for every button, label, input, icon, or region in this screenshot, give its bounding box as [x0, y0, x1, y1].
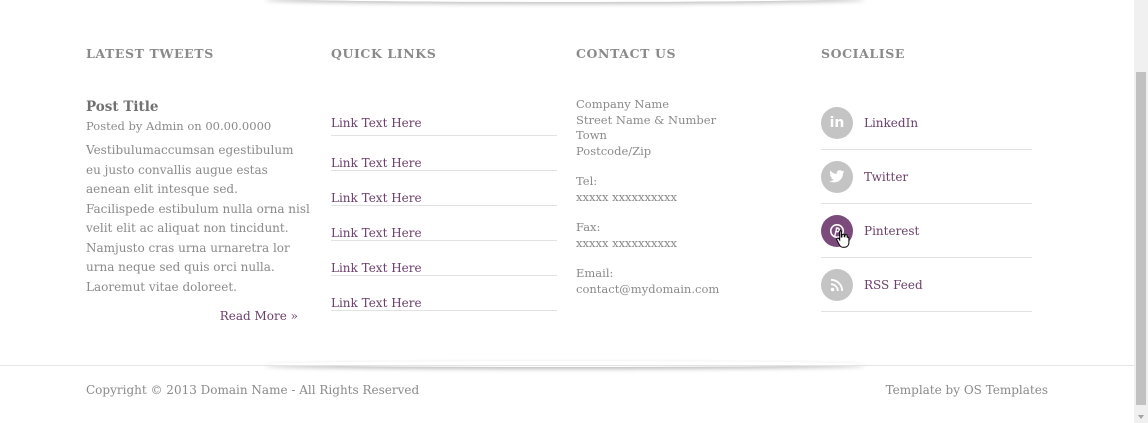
fax-value: xxxxx xxxxxxxxxx [576, 235, 677, 250]
quick-link-4[interactable]: Link Text Here [331, 226, 422, 240]
social-item-pinterest[interactable]: Pinterest [821, 204, 1032, 258]
latest-tweets-column: LATEST TWEETS Post Title Posted by Admin… [86, 46, 310, 323]
social-item-linkedin[interactable]: in LinkedIn [821, 96, 1032, 150]
street-name: Street Name & Number [576, 112, 717, 127]
quick-link-5[interactable]: Link Text Here [331, 261, 422, 275]
town: Town [576, 128, 607, 142]
social-list: in LinkedIn Twitter Pinterest RSS Feed [821, 96, 1032, 312]
quick-link-2[interactable]: Link Text Here [331, 156, 422, 170]
list-item: Link Text Here [331, 136, 557, 171]
list-item: Link Text Here [331, 276, 557, 311]
tel-value: xxxxx xxxxxxxxxx [576, 189, 677, 204]
social-item-twitter[interactable]: Twitter [821, 150, 1032, 204]
list-item: Link Text Here [331, 206, 557, 241]
quick-links-heading: QUICK LINKS [331, 46, 437, 61]
rss-icon[interactable] [821, 268, 853, 301]
fax-label: Fax: [576, 220, 601, 234]
contact-us-heading: CONTACT US [576, 46, 677, 61]
bottom-divider-shadow [265, 361, 865, 367]
template-credit-link[interactable]: Template by OS Templates [886, 383, 1048, 397]
linkedin-icon[interactable]: in [821, 106, 853, 139]
scrollbar-thumb[interactable] [1136, 72, 1146, 405]
footer-page: LATEST TWEETS Post Title Posted by Admin… [0, 0, 1148, 423]
tel-label: Tel: [576, 174, 598, 188]
post-meta: Posted by Admin on 00.00.0000 [86, 119, 272, 133]
contact-tel: Tel: xxxxx xxxxxxxxxx [576, 174, 796, 205]
social-label-rss[interactable]: RSS Feed [864, 278, 923, 292]
latest-tweets-heading: LATEST TWEETS [86, 46, 214, 61]
socialise-column: SOCIALISE in LinkedIn Twitter Pinterest … [821, 46, 1032, 312]
linkedin-glyph: in [829, 114, 845, 131]
twitter-bird-svg [829, 169, 845, 182]
email-value: contact@mydomain.com [576, 281, 720, 296]
list-item: Link Text Here [331, 171, 557, 206]
social-label-pinterest[interactable]: Pinterest [864, 224, 919, 238]
postcode: Postcode/Zip [576, 143, 652, 158]
company-name: Company Name [576, 97, 670, 111]
read-more-link[interactable]: Read More » [86, 309, 310, 323]
post-title: Post Title [86, 99, 159, 115]
copyright-text: Copyright © 2013 Domain Name - All Right… [86, 383, 420, 397]
top-divider-shadow [265, 0, 865, 2]
list-item: Link Text Here [331, 97, 557, 136]
bottom-divider [0, 365, 1134, 366]
quick-links-column: QUICK LINKS Link Text Here Link Text Her… [331, 46, 557, 311]
quick-links-list: Link Text Here Link Text Here Link Text … [331, 97, 557, 311]
contact-email: Email: contact@mydomain.com [576, 266, 796, 297]
social-item-rss[interactable]: RSS Feed [821, 258, 1032, 312]
social-label-twitter[interactable]: Twitter [864, 170, 908, 184]
contact-fax: Fax: xxxxx xxxxxxxxxx [576, 220, 796, 251]
quick-link-6[interactable]: Link Text Here [331, 296, 422, 310]
quick-link-1[interactable]: Link Text Here [331, 116, 422, 130]
twitter-icon[interactable] [821, 160, 853, 193]
rss-glyph-svg [830, 278, 844, 291]
vertical-scrollbar[interactable] [1134, 0, 1148, 423]
social-label-linkedin[interactable]: LinkedIn [864, 116, 918, 130]
contact-details: Company Name Street Name & Number Town P… [576, 97, 796, 297]
pinterest-icon[interactable] [821, 214, 853, 248]
quick-link-3[interactable]: Link Text Here [331, 191, 422, 205]
socialise-heading: SOCIALISE [821, 46, 906, 61]
email-label: Email: [576, 266, 614, 280]
scroll-down-arrow-icon[interactable] [1138, 415, 1144, 419]
hand-cursor-icon [836, 229, 850, 248]
post-body: Vestibulumaccumsan egestibulum eu justo … [86, 143, 310, 294]
contact-us-column: CONTACT US Company Name Street Name & Nu… [576, 46, 796, 297]
list-item: Link Text Here [331, 241, 557, 276]
contact-address: Company Name Street Name & Number Town P… [576, 97, 796, 159]
